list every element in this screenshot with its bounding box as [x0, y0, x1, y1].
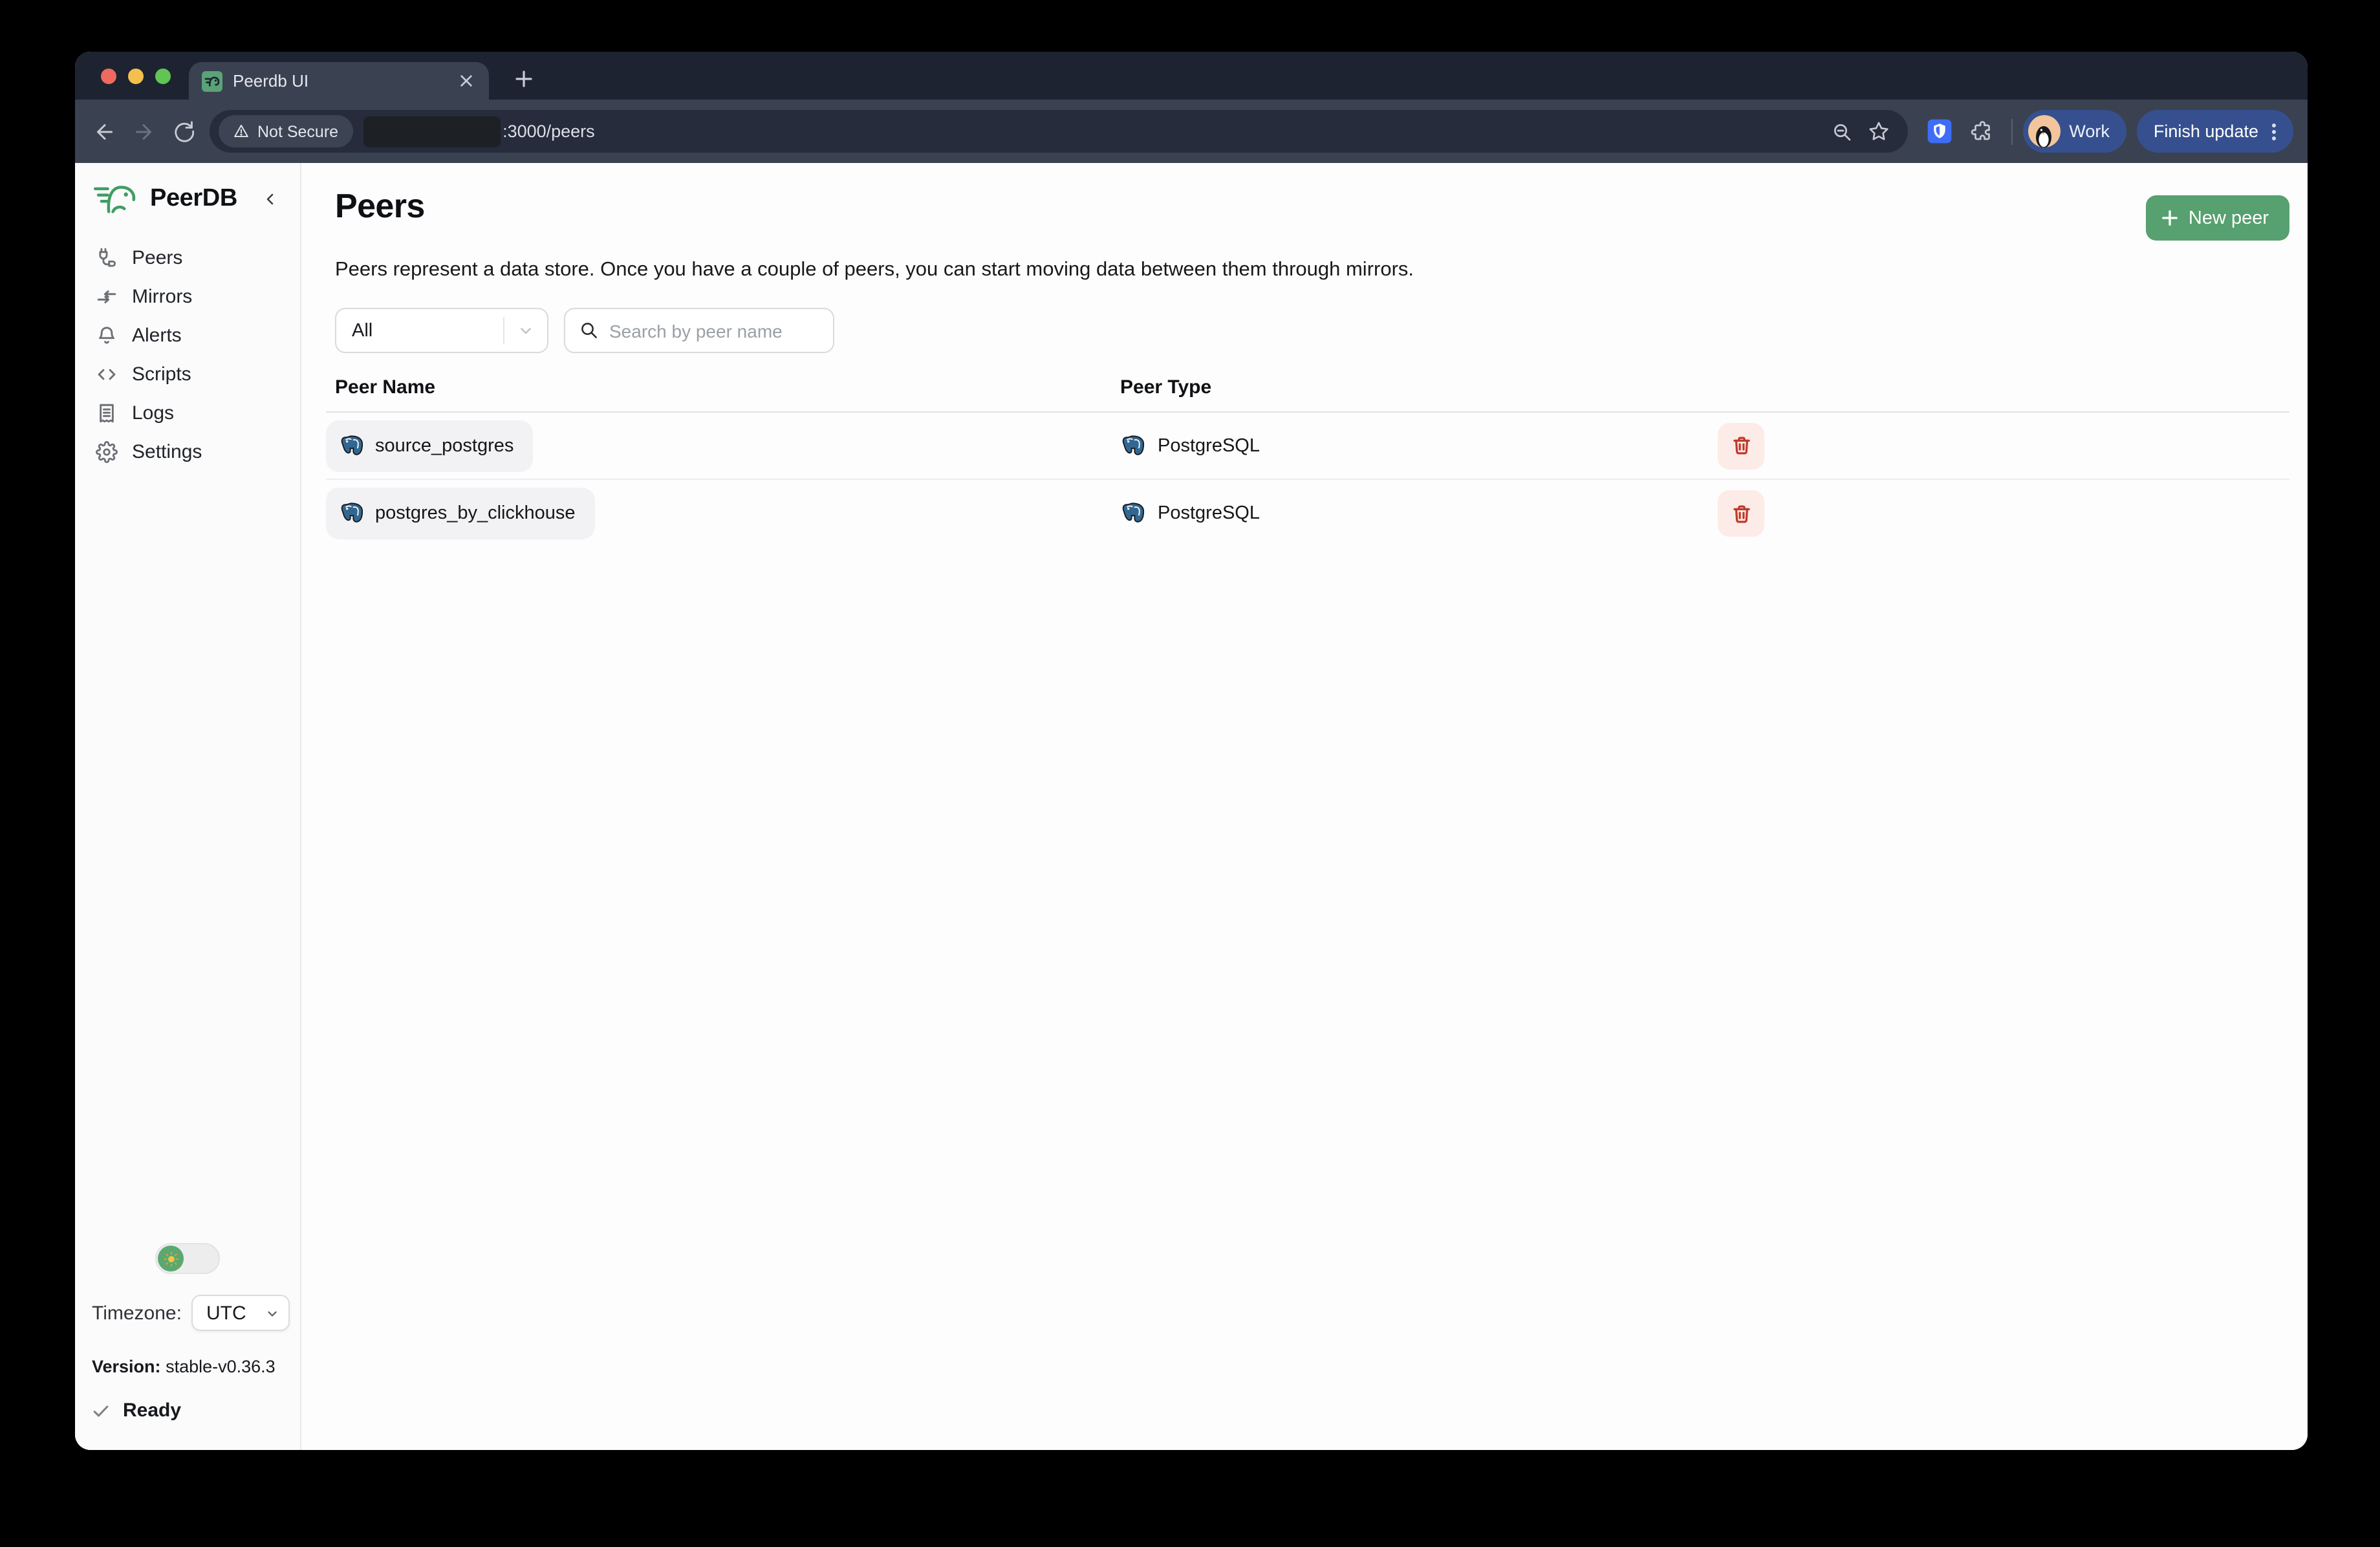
reload-button[interactable] [163, 112, 202, 151]
maximize-window-button[interactable] [155, 69, 171, 84]
sidebar-nav: Peers Mirrors [75, 238, 300, 471]
peer-type-filter-select[interactable]: All [335, 308, 548, 353]
version-label: Version: [92, 1357, 161, 1376]
peer-name-link[interactable]: source_postgres [326, 420, 533, 471]
profile-button[interactable]: Work [2022, 110, 2126, 153]
browser-toolbar: Not Secure :3000/peers [75, 100, 2308, 163]
postgres-icon [1120, 433, 1146, 459]
browser-window: Peerdb UI [75, 52, 2308, 1450]
finish-update-button[interactable]: Finish update [2137, 110, 2293, 153]
light-mode-knob [158, 1246, 184, 1271]
plus-icon [2161, 210, 2178, 226]
sun-icon [162, 1250, 179, 1267]
peer-type-cell: PostgreSQL [1111, 501, 1687, 526]
profile-avatar [2028, 115, 2060, 147]
table-header: Peer Name Peer Type [326, 376, 2289, 413]
window-controls [101, 69, 171, 84]
penguin-icon [2032, 122, 2055, 147]
zoom-indicator-icon[interactable] [1831, 121, 1852, 142]
sidebar-collapse-button[interactable] [259, 188, 282, 211]
browser-tab[interactable]: Peerdb UI [189, 62, 489, 100]
filter-row: All [335, 308, 2289, 353]
code-icon [96, 363, 118, 385]
postgres-icon [339, 501, 365, 526]
postgres-icon [339, 433, 365, 459]
brand: PeerDB [93, 181, 290, 217]
timezone-row: Timezone: UTC [92, 1295, 290, 1331]
tab-title: Peerdb UI [233, 71, 308, 91]
main-panel: Peers New peer Peers represent a data st… [301, 163, 2308, 1450]
chevron-down-icon [265, 1306, 279, 1320]
search-icon [579, 321, 599, 340]
table-row: source_postgres PostgreSQL [326, 413, 2289, 480]
arrows-swap-icon [96, 285, 118, 307]
page-description: Peers represent a data store. Once you h… [335, 259, 2289, 282]
gear-icon [96, 440, 118, 462]
chevron-down-icon [517, 322, 534, 339]
search-input[interactable] [609, 320, 833, 341]
peerdb-favicon-icon [202, 70, 222, 91]
tab-strip: Peerdb UI [75, 52, 2308, 100]
delete-peer-button[interactable] [1718, 490, 1764, 537]
screen: Peerdb UI [0, 0, 2380, 1547]
column-peer-name: Peer Name [326, 376, 1111, 398]
tab-close-icon[interactable] [454, 69, 477, 92]
timezone-label: Timezone: [92, 1302, 182, 1324]
check-icon [92, 1401, 110, 1420]
status-label: Ready [123, 1400, 181, 1422]
trash-icon [1730, 503, 1752, 525]
new-peer-button[interactable]: New peer [2146, 195, 2289, 241]
filter-value: All [352, 320, 373, 341]
profile-label: Work [2069, 122, 2110, 141]
peerdb-logo-icon [93, 181, 141, 217]
sidebar: PeerDB Peers [75, 163, 301, 1450]
table-row: postgres_by_clickhouse PostgreSQL [326, 480, 2289, 547]
back-button[interactable] [85, 112, 124, 151]
extensions-puzzle-icon[interactable] [1968, 119, 1993, 144]
app-content: PeerDB Peers [75, 163, 2308, 1450]
new-tab-button[interactable] [507, 62, 541, 96]
column-peer-type: Peer Type [1111, 376, 1687, 398]
peer-name-link[interactable]: postgres_by_clickhouse [326, 488, 595, 539]
forward-button[interactable] [124, 112, 163, 151]
privacy-shield-extension-icon[interactable] [1925, 118, 1953, 145]
postgres-icon [1120, 501, 1146, 526]
delete-peer-button[interactable] [1718, 422, 1764, 469]
peer-type-cell: PostgreSQL [1111, 433, 1687, 459]
bell-icon [96, 324, 118, 346]
minimize-window-button[interactable] [128, 69, 144, 84]
page-title: Peers [335, 186, 425, 226]
peer-search [564, 308, 834, 353]
sidebar-item-scripts[interactable]: Scripts [75, 354, 300, 393]
not-secure-chip[interactable]: Not Secure [219, 115, 352, 147]
toolbar-separator [2011, 118, 2012, 144]
sidebar-item-settings[interactable]: Settings [75, 432, 300, 471]
not-secure-label: Not Secure [257, 122, 338, 140]
brand-name: PeerDB [150, 185, 237, 213]
chevron-left-icon [263, 191, 278, 207]
select-divider [503, 317, 504, 344]
url-text: :3000/peers [503, 122, 595, 141]
status-row: Ready [92, 1400, 290, 1422]
bookmark-star-icon[interactable] [1867, 120, 1889, 142]
plug-icon [96, 246, 118, 268]
timezone-select[interactable]: UTC [192, 1295, 290, 1331]
version-row: Version: stable-v0.36.3 [92, 1357, 290, 1376]
document-icon [96, 402, 118, 424]
more-menu-icon[interactable] [2265, 121, 2283, 142]
sidebar-item-logs[interactable]: Logs [75, 393, 300, 432]
sidebar-item-peers[interactable]: Peers [75, 238, 300, 277]
version-value: stable-v0.36.3 [166, 1357, 276, 1376]
close-window-button[interactable] [101, 69, 116, 84]
trash-icon [1730, 435, 1752, 457]
address-bar[interactable]: Not Secure :3000/peers [210, 110, 1907, 153]
peers-table: Peer Name Peer Type [326, 376, 2289, 547]
sidebar-item-mirrors[interactable]: Mirrors [75, 277, 300, 316]
redacted-host [363, 116, 500, 147]
warning-icon [233, 123, 250, 140]
theme-toggle[interactable] [155, 1243, 220, 1274]
sidebar-item-alerts[interactable]: Alerts [75, 316, 300, 354]
